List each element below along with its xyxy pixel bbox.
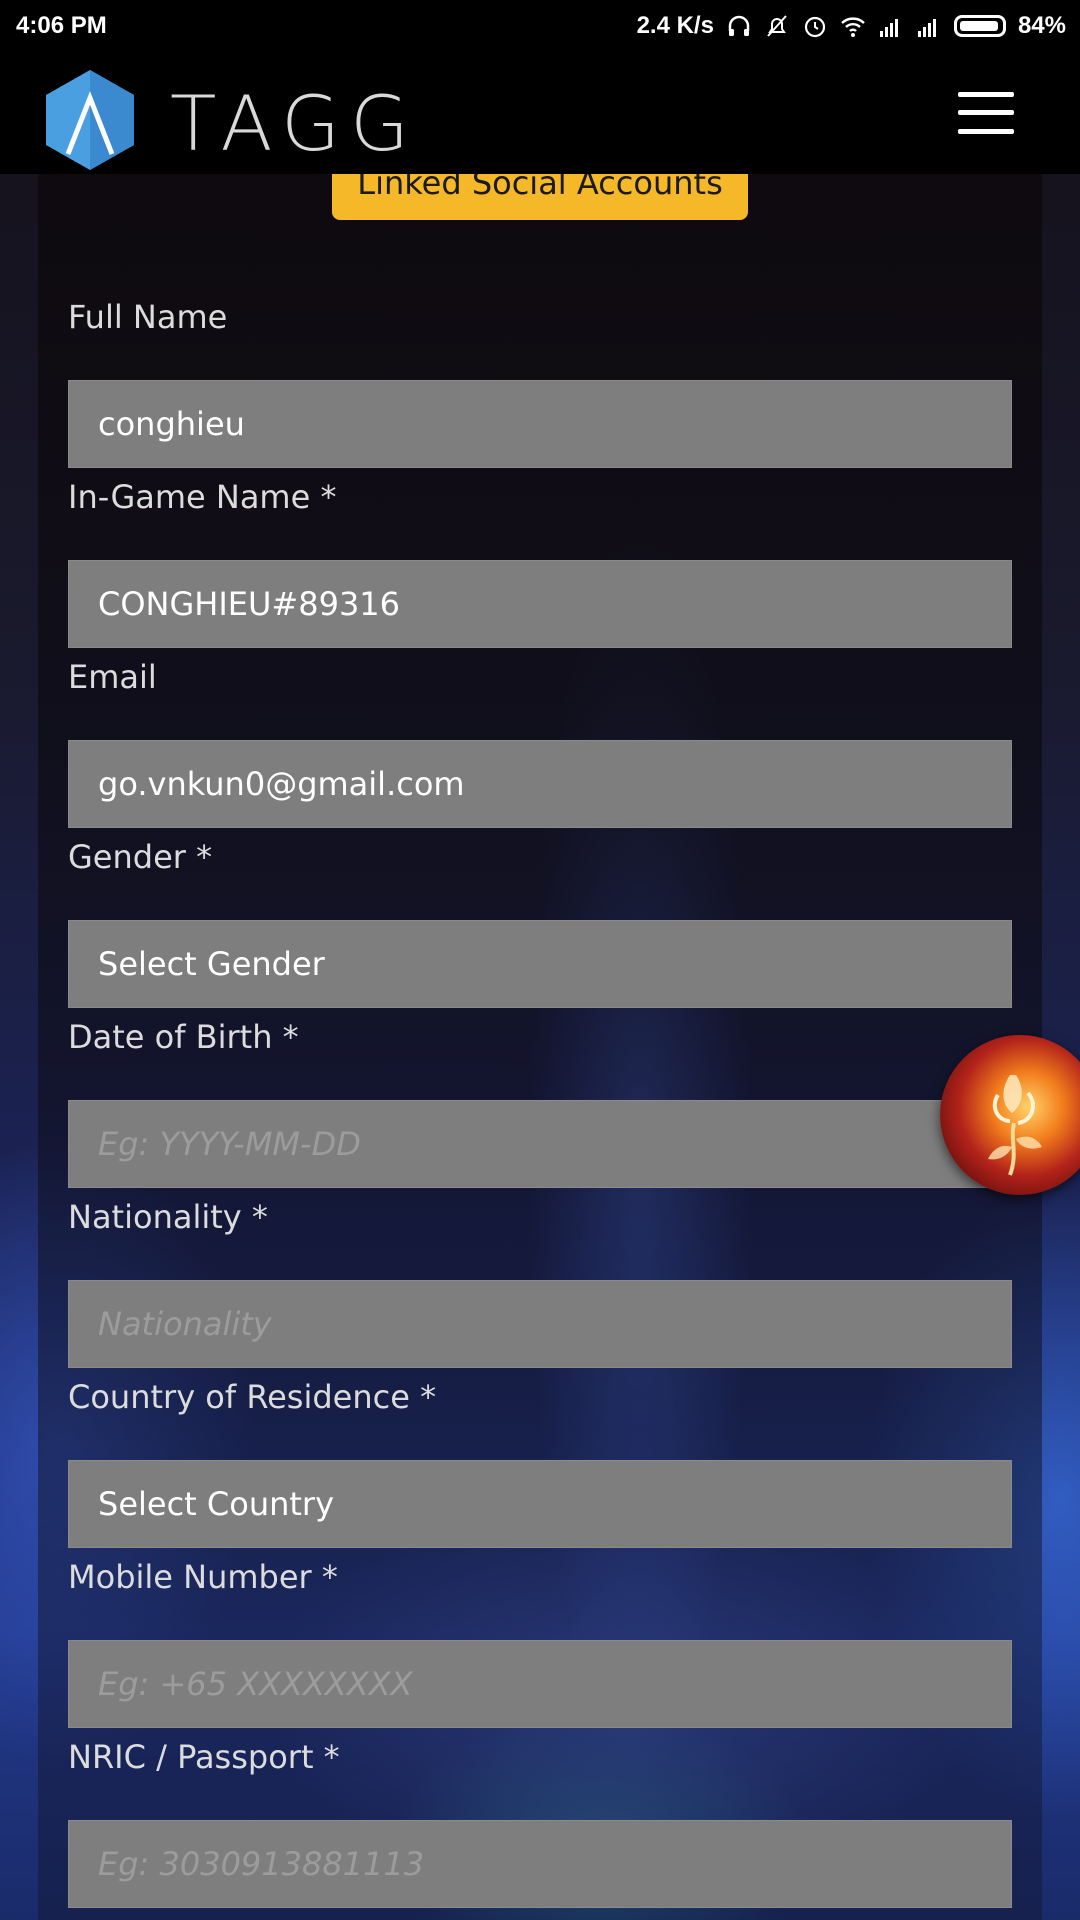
status-bar: 4:06 PM 2.4 K/s 84%	[0, 0, 1080, 50]
signal-icon	[879, 19, 898, 37]
battery-icon	[953, 15, 1006, 37]
signal-icon	[917, 19, 936, 37]
brand-name[interactable]: TAGG	[170, 86, 419, 162]
full-name-label: Full Name	[68, 298, 228, 336]
mobile-input[interactable]: Eg: +65 XXXXXXXX	[68, 1640, 1012, 1728]
in-game-name-input[interactable]: CONGHIEU#89316	[68, 560, 1012, 648]
country-label: Country of Residence *	[68, 1378, 437, 1416]
bell-off-icon	[767, 15, 787, 37]
gender-label: Gender *	[68, 838, 213, 876]
hamburger-menu-icon[interactable]	[958, 92, 1014, 134]
wifi-icon	[841, 17, 865, 37]
headphones-icon	[728, 15, 750, 36]
nationality-label: Nationality *	[68, 1198, 268, 1236]
nric-label: NRIC / Passport *	[68, 1738, 340, 1776]
tagg-logo-icon[interactable]	[44, 68, 136, 172]
status-time: 4:06 PM	[16, 12, 107, 39]
fire-rose-avatar-icon[interactable]	[940, 1035, 1080, 1195]
email-label: Email	[68, 658, 157, 696]
in-game-name-label: In-Game Name *	[68, 478, 337, 516]
country-select[interactable]: Select Country	[68, 1460, 1012, 1548]
app-header: TAGG	[0, 50, 1080, 174]
dob-input[interactable]: Eg: YYYY-MM-DD	[68, 1100, 1012, 1188]
alarm-icon	[804, 16, 826, 38]
nationality-input[interactable]: Nationality	[68, 1280, 1012, 1368]
mobile-label: Mobile Number *	[68, 1558, 338, 1596]
nric-input[interactable]: Eg: 3030913881113	[68, 1820, 1012, 1908]
battery-percent: 84%	[1017, 12, 1066, 39]
net-speed: 2.4 K/s	[636, 12, 714, 39]
full-name-input[interactable]: conghieu	[68, 380, 1012, 468]
rose-icon	[988, 1075, 1042, 1176]
dob-label: Date of Birth *	[68, 1018, 299, 1056]
email-input[interactable]: go.vnkun0@gmail.com	[68, 740, 1012, 828]
gender-select[interactable]: Select Gender	[68, 920, 1012, 1008]
